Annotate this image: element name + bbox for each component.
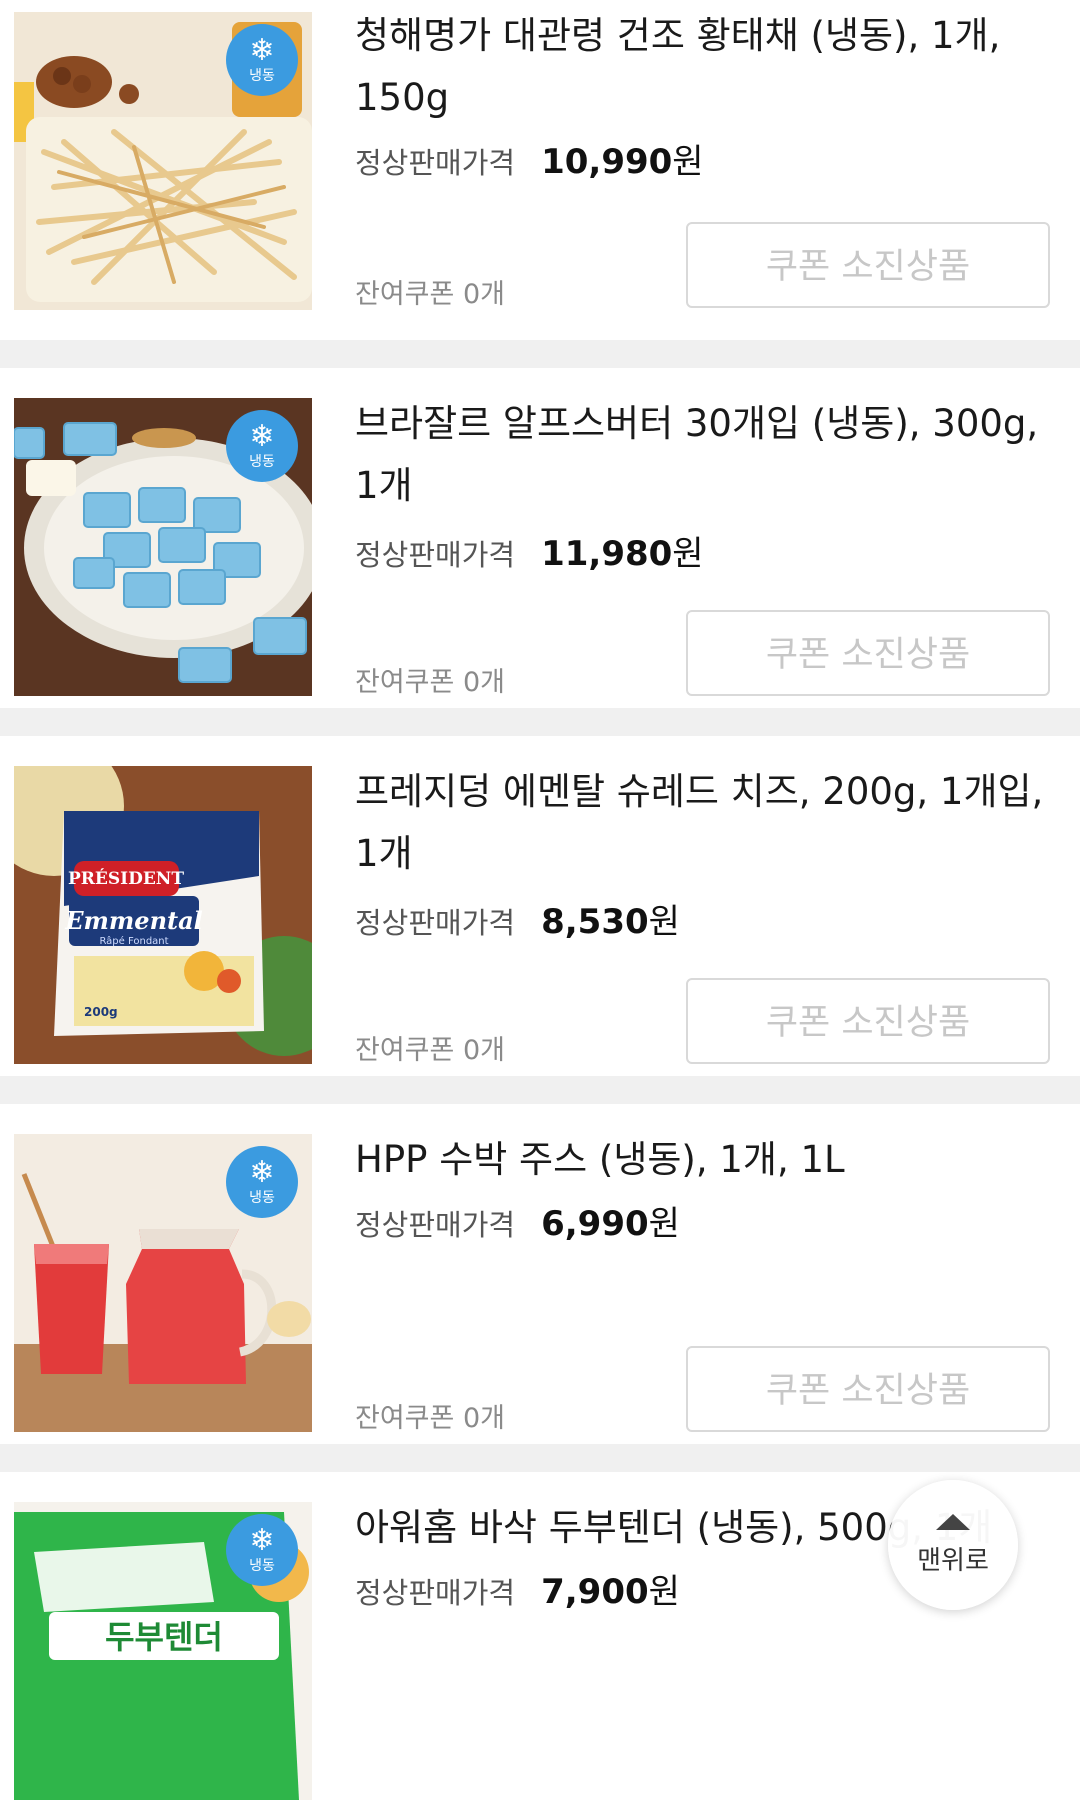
product-title[interactable]: HPP 수박 주스 (냉동), 1개, 1L <box>355 1129 1055 1191</box>
price-value: 6,990 <box>541 1204 649 1244</box>
coupon-remaining: 잔여쿠폰 0개 <box>355 1035 505 1066</box>
product-image[interactable]: 두부텐더 ❄ 냉동 <box>14 1502 312 1800</box>
product-image[interactable]: ❄ 냉동 <box>14 1134 312 1432</box>
snowflake-icon: ❄ <box>249 33 275 68</box>
product-image[interactable]: ❄ 냉동 <box>14 12 312 310</box>
frozen-badge: ❄ 냉동 <box>226 410 298 482</box>
divider <box>0 340 1080 368</box>
arrow-up-icon <box>936 1513 970 1530</box>
price-currency: 원 <box>648 1204 680 1244</box>
product-title[interactable]: 프레지덩 에멘탈 슈레드 치즈, 200g, 1개입, 1개 <box>355 761 1055 885</box>
coupon-soldout-button[interactable]: 쿠폰 소진상품 <box>686 222 1050 308</box>
cheese-sub-text: Râpé Fondant <box>99 935 168 947</box>
price-value: 7,900 <box>541 1572 649 1612</box>
divider <box>0 1076 1080 1104</box>
snowflake-icon: ❄ <box>249 1155 275 1190</box>
price-row: 정상판매가격 8,530 원 <box>355 894 680 943</box>
price-value: 10,990 <box>541 142 673 182</box>
price-row: 정상판매가격 6,990 원 <box>355 1196 680 1245</box>
price-currency: 원 <box>672 534 704 574</box>
price-currency: 원 <box>672 142 704 182</box>
coupon-soldout-button[interactable]: 쿠폰 소진상품 <box>686 1346 1050 1432</box>
price-row: 정상판매가격 11,980 원 <box>355 526 704 575</box>
price-label: 정상판매가격 <box>355 1576 516 1610</box>
snowflake-icon: ❄ <box>249 419 275 454</box>
price-label: 정상판매가격 <box>355 538 516 572</box>
divider <box>0 1444 1080 1472</box>
cheese-brand-text: PRÉSIDENT <box>68 868 184 889</box>
coupon-remaining: 잔여쿠폰 0개 <box>355 1403 505 1434</box>
price-value: 11,980 <box>541 534 673 574</box>
product-item[interactable]: ❄ 냉동 청해명가 대관령 건조 황태채 (냉동), 1개, 150g 정상판매… <box>0 0 1080 340</box>
coupon-remaining: 잔여쿠폰 0개 <box>355 279 505 310</box>
product-image[interactable]: ❄ 냉동 <box>14 398 312 696</box>
snowflake-icon: ❄ <box>249 1523 275 1558</box>
price-label: 정상판매가격 <box>355 1208 516 1242</box>
product-item[interactable]: ❄ 냉동 HPP 수박 주스 (냉동), 1개, 1L 정상판매가격 6,990… <box>0 1104 1080 1444</box>
price-row: 정상판매가격 7,900 원 <box>355 1564 680 1613</box>
price-label: 정상판매가격 <box>355 146 516 180</box>
price-value: 8,530 <box>541 902 649 942</box>
frozen-badge: ❄ 냉동 <box>226 1514 298 1586</box>
coupon-remaining: 잔여쿠폰 0개 <box>355 667 505 698</box>
scroll-to-top-label: 맨위로 <box>917 1545 989 1576</box>
tofu-name-text: 두부텐더 <box>105 1618 223 1656</box>
product-item[interactable]: PRÉSIDENT Emmental Râpé Fondant 200g 프레지… <box>0 736 1080 1076</box>
product-image[interactable]: PRÉSIDENT Emmental Râpé Fondant 200g <box>14 766 312 1064</box>
product-title[interactable]: 청해명가 대관령 건조 황태채 (냉동), 1개, 150g <box>355 5 1055 129</box>
price-currency: 원 <box>648 902 680 942</box>
divider <box>0 708 1080 736</box>
price-currency: 원 <box>648 1572 680 1612</box>
frozen-badge: ❄ 냉동 <box>226 1146 298 1218</box>
product-title[interactable]: 브라잘르 알프스버터 30개입 (냉동), 300g, 1개 <box>355 393 1055 517</box>
frozen-badge: ❄ 냉동 <box>226 24 298 96</box>
price-row: 정상판매가격 10,990 원 <box>355 134 704 183</box>
scroll-to-top-button[interactable]: 맨위로 <box>888 1480 1018 1610</box>
cheese-name-text: Emmental <box>64 906 203 935</box>
coupon-soldout-button[interactable]: 쿠폰 소진상품 <box>686 610 1050 696</box>
price-label: 정상판매가격 <box>355 906 516 940</box>
coupon-soldout-button[interactable]: 쿠폰 소진상품 <box>686 978 1050 1064</box>
product-item[interactable]: ❄ 냉동 브라잘르 알프스버터 30개입 (냉동), 300g, 1개 정상판매… <box>0 368 1080 708</box>
cheese-weight-text: 200g <box>84 1005 118 1019</box>
